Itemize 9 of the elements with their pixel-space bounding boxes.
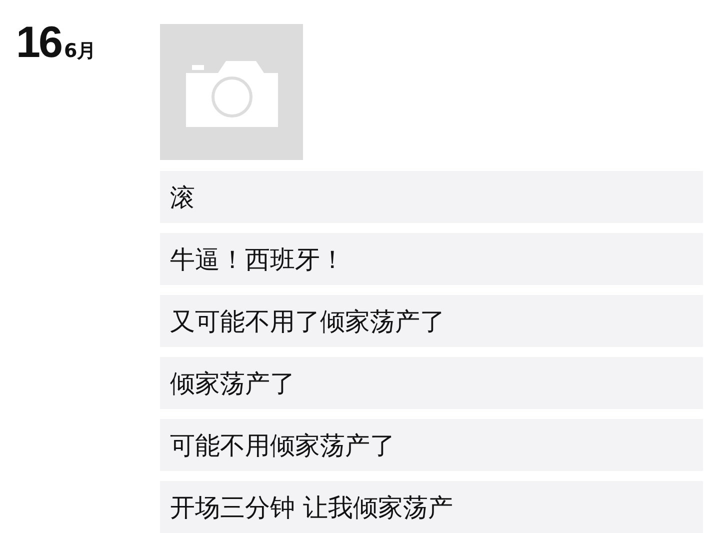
- text-post[interactable]: 倾家荡产了: [160, 357, 703, 409]
- text-post[interactable]: 可能不用倾家荡产了: [160, 419, 703, 471]
- date-month: 6月: [64, 39, 96, 64]
- text-post[interactable]: 又可能不用了倾家荡产了: [160, 295, 703, 347]
- text-post[interactable]: 滚: [160, 171, 703, 223]
- date-day: 16: [16, 18, 61, 68]
- text-post[interactable]: 开场三分钟 让我倾家荡产: [160, 481, 703, 533]
- text-post[interactable]: 牛逼！西班牙！: [160, 233, 703, 285]
- photo-placeholder[interactable]: [160, 24, 303, 160]
